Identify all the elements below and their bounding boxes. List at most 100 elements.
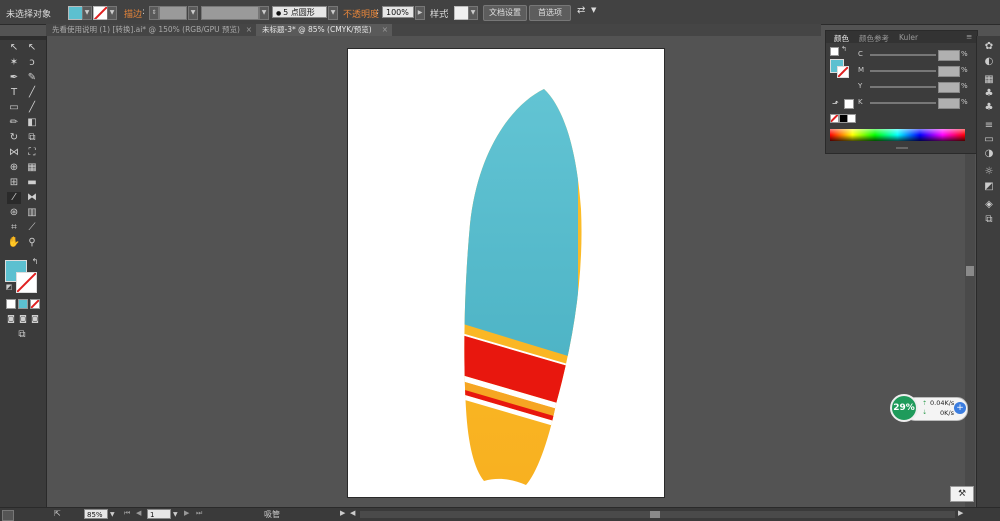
swap-colors-icon[interactable]: ↰	[28, 256, 42, 268]
paintbrush-tool-icon[interactable]: ╱	[25, 102, 39, 114]
color-mode-icon[interactable]	[6, 299, 16, 309]
mesh-tool-icon[interactable]: ⊞	[7, 177, 21, 189]
stroke-weight-field[interactable]	[159, 6, 187, 20]
tab-color[interactable]: 颜色	[834, 33, 849, 44]
variable-width-dropdown[interactable]: ▼	[259, 6, 269, 20]
web-safe-swatch[interactable]	[844, 99, 854, 109]
arrange-dropdown-icon[interactable]: ▼	[591, 6, 596, 14]
graphic-styles-icon[interactable]: ◩	[983, 181, 995, 192]
appearance-panel-icon[interactable]: ☼	[983, 166, 995, 177]
none-swatch[interactable]	[830, 114, 839, 123]
mini-fill-swatch[interactable]	[830, 47, 839, 56]
panel-resize-handle[interactable]	[896, 147, 908, 149]
channel-c-slider[interactable]	[870, 54, 936, 56]
rotate-tool-icon[interactable]: ↻	[7, 132, 21, 144]
eyedropper-tool-icon[interactable]: ⁄	[7, 192, 21, 204]
default-colors-icon[interactable]: ◩	[2, 281, 16, 293]
artboard[interactable]	[347, 48, 665, 498]
brushes-icon[interactable]: ♣	[983, 88, 995, 99]
settings-wrench-icon[interactable]: ⚒	[950, 486, 974, 502]
swatches-icon[interactable]: ▦	[983, 74, 995, 85]
artboard-tool-icon[interactable]: ⌗	[7, 222, 21, 234]
symbol-sprayer-tool-icon[interactable]: ⊛	[7, 207, 21, 219]
shape-builder-tool-icon[interactable]: ⊕	[7, 162, 21, 174]
swap-colors-icon[interactable]: ↰	[841, 45, 847, 53]
channel-c-field[interactable]	[938, 50, 960, 61]
panel-menu-icon[interactable]: ≡	[966, 32, 972, 41]
surfboard-artwork[interactable]	[348, 49, 664, 497]
perspective-grid-tool-icon[interactable]: ▦	[25, 162, 39, 174]
horizontal-scrollbar[interactable]	[360, 511, 955, 518]
opacity-dropdown[interactable]: ▶	[415, 6, 425, 20]
eraser-tool-icon[interactable]: ◧	[25, 117, 39, 129]
channel-m-field[interactable]	[938, 66, 960, 77]
last-artboard-icon[interactable]: ⏭	[196, 509, 202, 518]
tab-color-guide[interactable]: 颜色参考	[859, 33, 889, 44]
zoom-dropdown-icon[interactable]: ▼	[110, 509, 115, 520]
type-tool-icon[interactable]: T	[7, 87, 21, 99]
stroke-color-swatch[interactable]	[16, 272, 37, 293]
column-graph-tool-icon[interactable]: ▥	[25, 207, 39, 219]
artboard-number-field[interactable]: 1	[147, 509, 171, 519]
export-icon[interactable]: ⇱	[54, 509, 61, 518]
status-menu-arrow-icon[interactable]: ▶	[340, 509, 345, 517]
scroll-right-icon[interactable]: ▶	[958, 509, 963, 517]
next-artboard-icon[interactable]: ▶	[184, 509, 189, 517]
blend-tool-icon[interactable]: ⧓	[25, 192, 39, 204]
style-swatch[interactable]	[454, 6, 469, 20]
close-icon[interactable]: ×	[382, 24, 388, 36]
add-icon[interactable]: +	[954, 402, 966, 414]
fill-swatch[interactable]	[68, 6, 83, 20]
channel-k-field[interactable]	[938, 98, 960, 109]
tools-panel-grip[interactable]	[0, 36, 46, 40]
scroll-left-icon[interactable]: ◀	[350, 509, 355, 517]
transparency-panel-icon[interactable]: ◑	[983, 148, 995, 159]
channel-k-slider[interactable]	[870, 102, 936, 104]
color-panel-icon[interactable]: ✿	[983, 41, 995, 52]
scale-tool-icon[interactable]: ⧉	[25, 132, 39, 144]
stroke-label[interactable]: 描边	[124, 7, 142, 20]
preferences-button[interactable]: 首选项	[529, 5, 571, 21]
draw-inside-icon[interactable]: ◙	[28, 313, 42, 325]
direct-selection-tool-icon[interactable]: ↖	[25, 42, 39, 54]
none-mode-icon[interactable]	[30, 299, 40, 309]
style-dropdown[interactable]: ▼	[468, 6, 478, 20]
zoom-tool-icon[interactable]: ⚲	[25, 237, 39, 249]
tab-document-2[interactable]: 未标题-3* @ 85% (CMYK/预览) ×	[256, 24, 392, 36]
vertical-scroll-thumb[interactable]	[966, 266, 974, 276]
line-tool-icon[interactable]: ╱	[25, 87, 39, 99]
panel-stroke-swatch[interactable]	[837, 66, 849, 78]
fill-dropdown[interactable]: ▼	[82, 6, 92, 20]
tab-kuler[interactable]: Kuler	[899, 33, 918, 42]
channel-y-field[interactable]	[938, 82, 960, 93]
out-of-gamut-icon[interactable]: ⬏	[832, 99, 839, 108]
stroke-panel-icon[interactable]: ≡	[983, 120, 995, 131]
brush-field[interactable]: ● 5 点圆形	[272, 6, 327, 18]
network-speed-widget[interactable]: 29% ⇡ 0.04K/s ⇣ 0K/s +	[890, 394, 968, 424]
first-artboard-icon[interactable]: ⏮	[124, 509, 130, 518]
stroke-weight-stepper[interactable]: ⇕	[149, 6, 159, 20]
width-tool-icon[interactable]: ⋈	[7, 147, 21, 159]
lasso-tool-icon[interactable]: ↄ	[25, 57, 39, 69]
color-guide-icon[interactable]: ◐	[983, 56, 995, 67]
stroke-weight-dropdown[interactable]: ▼	[188, 6, 198, 20]
variable-width-field[interactable]	[201, 6, 259, 20]
close-icon[interactable]: ×	[246, 24, 252, 36]
layers-panel-icon[interactable]: ◈	[983, 199, 995, 210]
status-doc-icon[interactable]	[2, 510, 14, 521]
horizontal-scroll-thumb[interactable]	[650, 511, 660, 518]
artboards-panel-icon[interactable]: ⧉	[983, 214, 995, 225]
tab-document-1[interactable]: 先看使用说明 (1) [转换].ai* @ 150% (RGB/GPU 预览) …	[46, 24, 256, 36]
free-transform-tool-icon[interactable]: ⛶	[25, 147, 39, 159]
color-spectrum[interactable]	[830, 129, 965, 141]
gradient-mode-icon[interactable]	[18, 299, 28, 309]
channel-y-slider[interactable]	[870, 86, 936, 88]
slice-tool-icon[interactable]: ⟋	[25, 222, 39, 234]
prev-artboard-icon[interactable]: ◀	[136, 509, 141, 517]
selection-tool-icon[interactable]: ↖	[7, 42, 21, 54]
brush-dropdown[interactable]: ▼	[328, 6, 338, 20]
curvature-tool-icon[interactable]: ✎	[25, 72, 39, 84]
stroke-swatch[interactable]	[93, 6, 108, 20]
arrange-docs-icon[interactable]: ⇄	[577, 5, 585, 16]
symbols-icon[interactable]: ♣	[983, 102, 995, 113]
